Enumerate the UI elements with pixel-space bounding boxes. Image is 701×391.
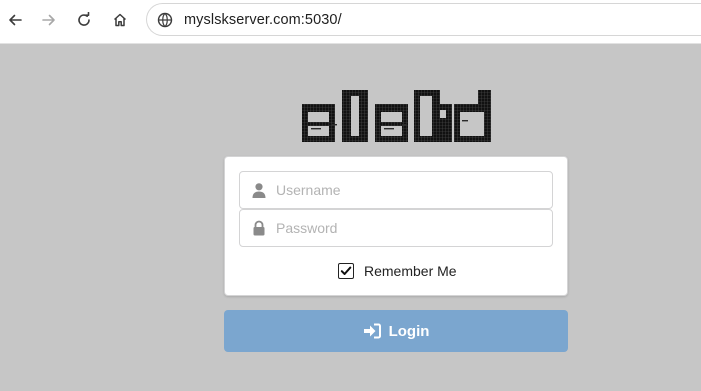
- user-icon: [252, 183, 266, 198]
- remember-me-toggle[interactable]: Remember Me: [338, 261, 457, 281]
- checkmark-icon: [340, 266, 352, 275]
- username-input[interactable]: [276, 172, 546, 208]
- home-icon: [113, 13, 127, 27]
- login-button[interactable]: Login: [224, 310, 568, 352]
- lock-icon: [253, 220, 265, 236]
- browser-toolbar: myslskserver.com:5030/: [0, 0, 701, 44]
- reload-icon: [78, 12, 90, 26]
- globe-icon[interactable]: [156, 11, 174, 29]
- address-bar[interactable]: myslskserver.com:5030/: [146, 3, 701, 36]
- home-button[interactable]: [107, 7, 133, 33]
- slskd-logo: [302, 90, 491, 142]
- login-card: Remember Me: [224, 156, 568, 296]
- remember-me-checkbox[interactable]: [338, 263, 354, 279]
- username-field[interactable]: [239, 171, 553, 209]
- arrow-right-icon: [42, 14, 55, 26]
- login-button-label: Login: [388, 322, 430, 340]
- back-button[interactable]: [2, 7, 28, 33]
- password-input[interactable]: [276, 210, 546, 246]
- remember-me-label[interactable]: Remember Me: [364, 263, 457, 279]
- sign-in-icon: [363, 323, 381, 339]
- url-text[interactable]: myslskserver.com:5030/: [184, 12, 342, 28]
- forward-button[interactable]: [36, 7, 62, 33]
- reload-button[interactable]: [71, 7, 97, 33]
- password-field[interactable]: [239, 209, 553, 247]
- arrow-left-icon: [9, 14, 22, 26]
